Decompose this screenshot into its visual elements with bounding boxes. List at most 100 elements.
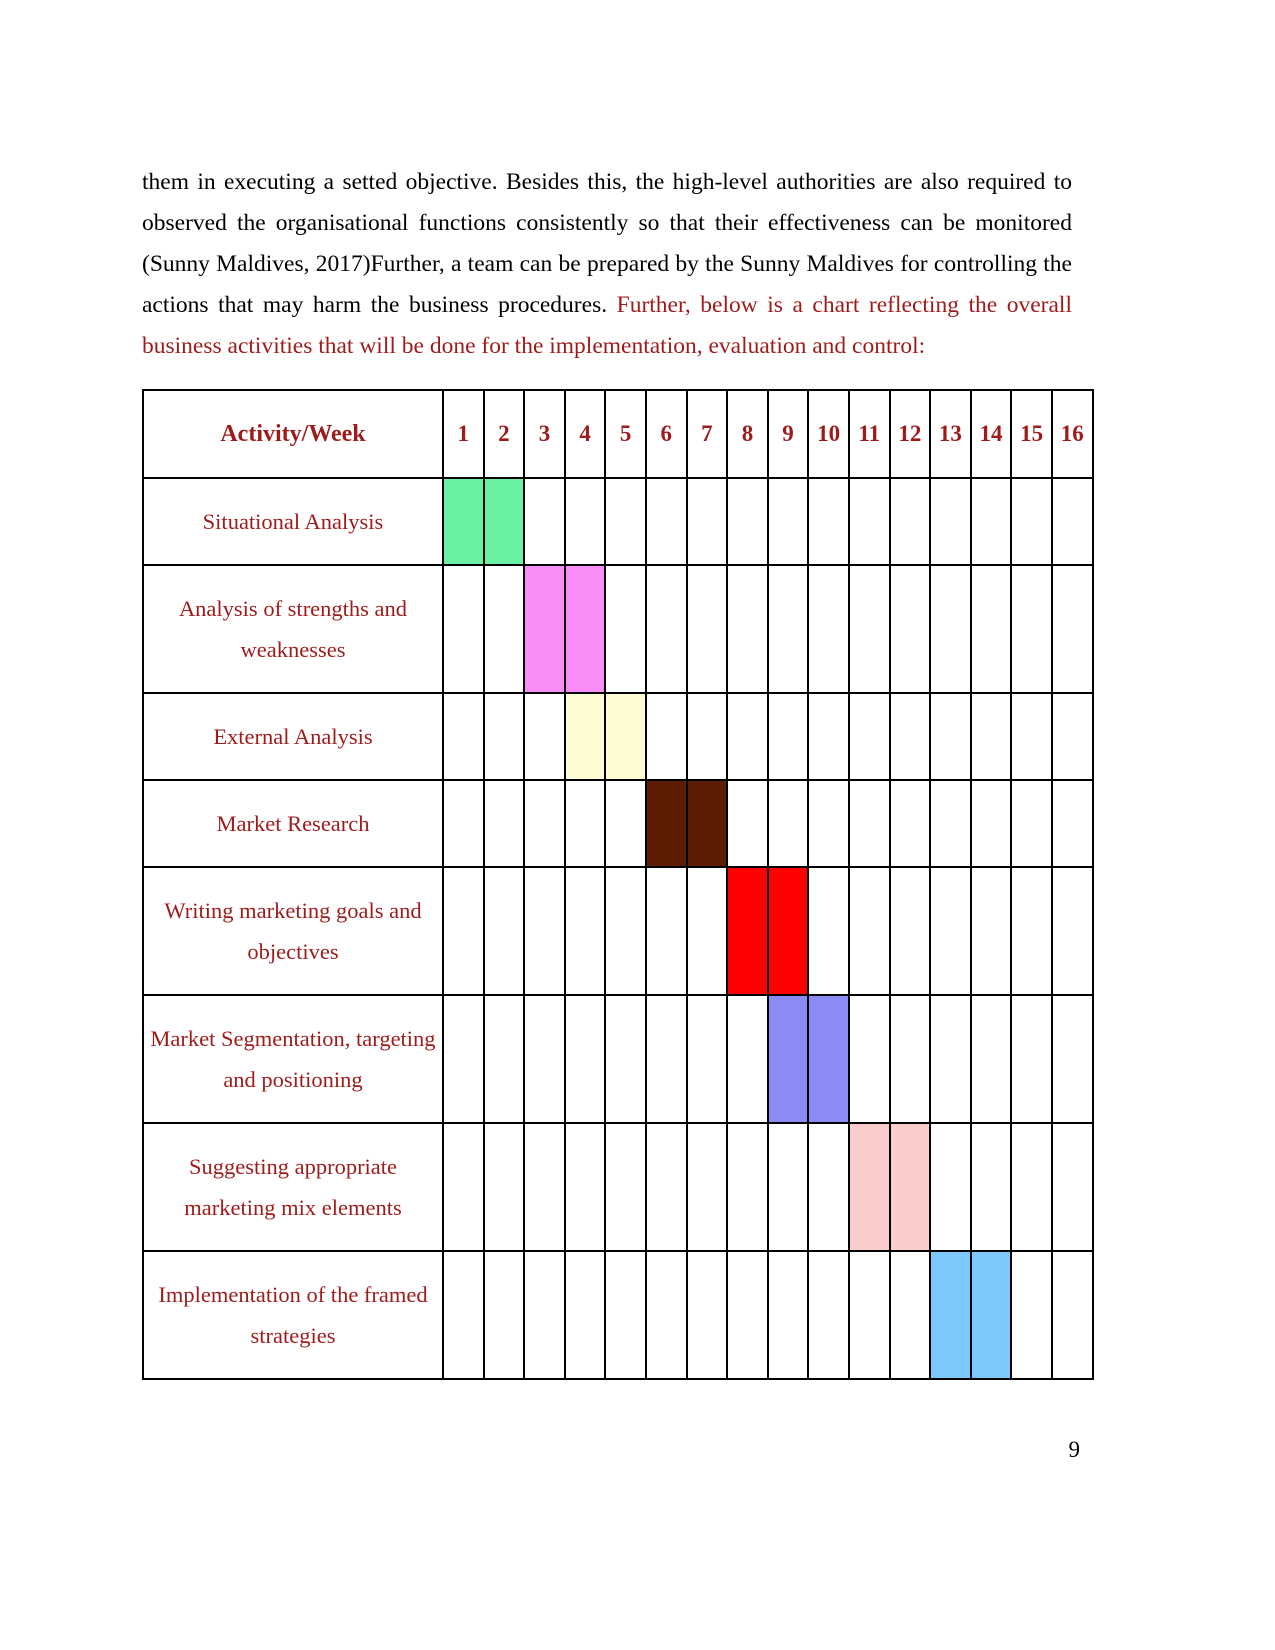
gantt-bar-cell [726, 866, 769, 996]
week-header-2: 2 [482, 389, 526, 479]
gantt-empty-cell [726, 692, 769, 781]
activity-label: External Analysis [142, 692, 444, 781]
activity-week-header: Activity/Week [142, 389, 444, 479]
gantt-table-header: Activity/Week 1 2 3 4 5 6 7 8 9 10 11 12 13 14 15 16 [142, 389, 1094, 479]
gantt-empty-cell [1050, 564, 1094, 694]
table-row: Analysis of strengths and weaknesses [142, 564, 1094, 694]
gantt-empty-cell [685, 692, 729, 781]
gantt-empty-cell [685, 994, 729, 1124]
gantt-bar-cell [523, 564, 566, 694]
gantt-bar-cell [766, 866, 810, 996]
gantt-bar-cell [929, 1250, 972, 1380]
gantt-empty-cell [726, 564, 769, 694]
gantt-table: Activity/Week 1 2 3 4 5 6 7 8 9 10 11 12 13 14 15 16 Si… [142, 389, 1094, 1380]
gantt-empty-cell [969, 692, 1013, 781]
gantt-empty-cell [888, 477, 932, 566]
gantt-empty-cell [482, 1250, 526, 1380]
gantt-empty-cell [847, 1250, 891, 1380]
activity-label: Analysis of strengths and weaknesses [142, 564, 444, 694]
week-header-16: 16 [1050, 389, 1094, 479]
gantt-empty-cell [685, 564, 729, 694]
gantt-empty-cell [644, 994, 688, 1124]
gantt-empty-cell [847, 477, 891, 566]
gantt-chart-container: Activity/Week 1 2 3 4 5 6 7 8 9 10 11 12 13 14 15 16 Si… [142, 389, 1094, 1380]
gantt-empty-cell [888, 779, 932, 868]
gantt-empty-cell [847, 866, 891, 996]
gantt-empty-cell [482, 564, 526, 694]
gantt-empty-cell [847, 564, 891, 694]
gantt-empty-cell [888, 866, 932, 996]
gantt-empty-cell [766, 1250, 810, 1380]
gantt-empty-cell [929, 994, 972, 1124]
gantt-empty-cell [1050, 779, 1094, 868]
week-header-1: 1 [442, 389, 485, 479]
gantt-bar-cell [888, 1122, 932, 1252]
gantt-empty-cell [766, 779, 810, 868]
table-row: Situational Analysis [142, 477, 1094, 566]
week-header-3: 3 [523, 389, 566, 479]
gantt-empty-cell [1050, 1250, 1094, 1380]
gantt-empty-cell [929, 1122, 972, 1252]
week-header-13: 13 [929, 389, 972, 479]
gantt-empty-cell [969, 866, 1013, 996]
gantt-empty-cell [442, 866, 485, 996]
body-paragraph: them in executing a setted objective. Be… [142, 162, 1072, 367]
gantt-empty-cell [1010, 1250, 1053, 1380]
gantt-empty-cell [888, 692, 932, 781]
gantt-empty-cell [969, 1122, 1013, 1252]
gantt-empty-cell [604, 1122, 647, 1252]
gantt-empty-cell [807, 1250, 850, 1380]
gantt-empty-cell [604, 779, 647, 868]
gantt-empty-cell [969, 564, 1013, 694]
gantt-empty-cell [1050, 866, 1094, 996]
gantt-bar-cell [442, 477, 485, 566]
gantt-empty-cell [563, 477, 607, 566]
gantt-empty-cell [685, 1122, 729, 1252]
gantt-empty-cell [523, 994, 566, 1124]
header-row: Activity/Week 1 2 3 4 5 6 7 8 9 10 11 12 13 14 15 16 [142, 389, 1094, 479]
gantt-empty-cell [482, 994, 526, 1124]
gantt-empty-cell [929, 779, 972, 868]
gantt-empty-cell [1050, 692, 1094, 781]
gantt-empty-cell [442, 692, 485, 781]
gantt-empty-cell [807, 866, 850, 996]
page-number: 9 [1068, 1437, 1081, 1462]
gantt-empty-cell [847, 994, 891, 1124]
gantt-empty-cell [644, 866, 688, 996]
gantt-empty-cell [726, 1250, 769, 1380]
activity-label: Suggesting appropriate marketing mix ele… [142, 1122, 444, 1252]
gantt-empty-cell [482, 866, 526, 996]
activity-label: Writing marketing goals and objectives [142, 866, 444, 996]
gantt-empty-cell [1050, 477, 1094, 566]
gantt-bar-cell [766, 994, 810, 1124]
gantt-empty-cell [726, 994, 769, 1124]
gantt-empty-cell [442, 1122, 485, 1252]
week-header-15: 15 [1010, 389, 1053, 479]
gantt-empty-cell [888, 1250, 932, 1380]
table-row: Market Segmentation, targeting and posit… [142, 994, 1094, 1124]
gantt-empty-cell [726, 477, 769, 566]
activity-label: Market Segmentation, targeting and posit… [142, 994, 444, 1124]
gantt-empty-cell [604, 564, 647, 694]
gantt-empty-cell [523, 1122, 566, 1252]
week-header-6: 6 [644, 389, 688, 479]
gantt-empty-cell [563, 1122, 607, 1252]
gantt-bar-cell [482, 477, 526, 566]
gantt-empty-cell [929, 866, 972, 996]
gantt-empty-cell [482, 779, 526, 868]
gantt-empty-cell [644, 1250, 688, 1380]
gantt-empty-cell [969, 477, 1013, 566]
gantt-empty-cell [523, 779, 566, 868]
gantt-empty-cell [807, 477, 850, 566]
gantt-empty-cell [482, 1122, 526, 1252]
table-row: Writing marketing goals and objectives [142, 866, 1094, 996]
gantt-empty-cell [766, 1122, 810, 1252]
gantt-empty-cell [807, 564, 850, 694]
week-header-12: 12 [888, 389, 932, 479]
table-row: Suggesting appropriate marketing mix ele… [142, 1122, 1094, 1252]
gantt-empty-cell [929, 564, 972, 694]
gantt-bar-cell [969, 1250, 1013, 1380]
week-header-4: 4 [563, 389, 607, 479]
week-header-7: 7 [685, 389, 729, 479]
gantt-empty-cell [604, 477, 647, 566]
